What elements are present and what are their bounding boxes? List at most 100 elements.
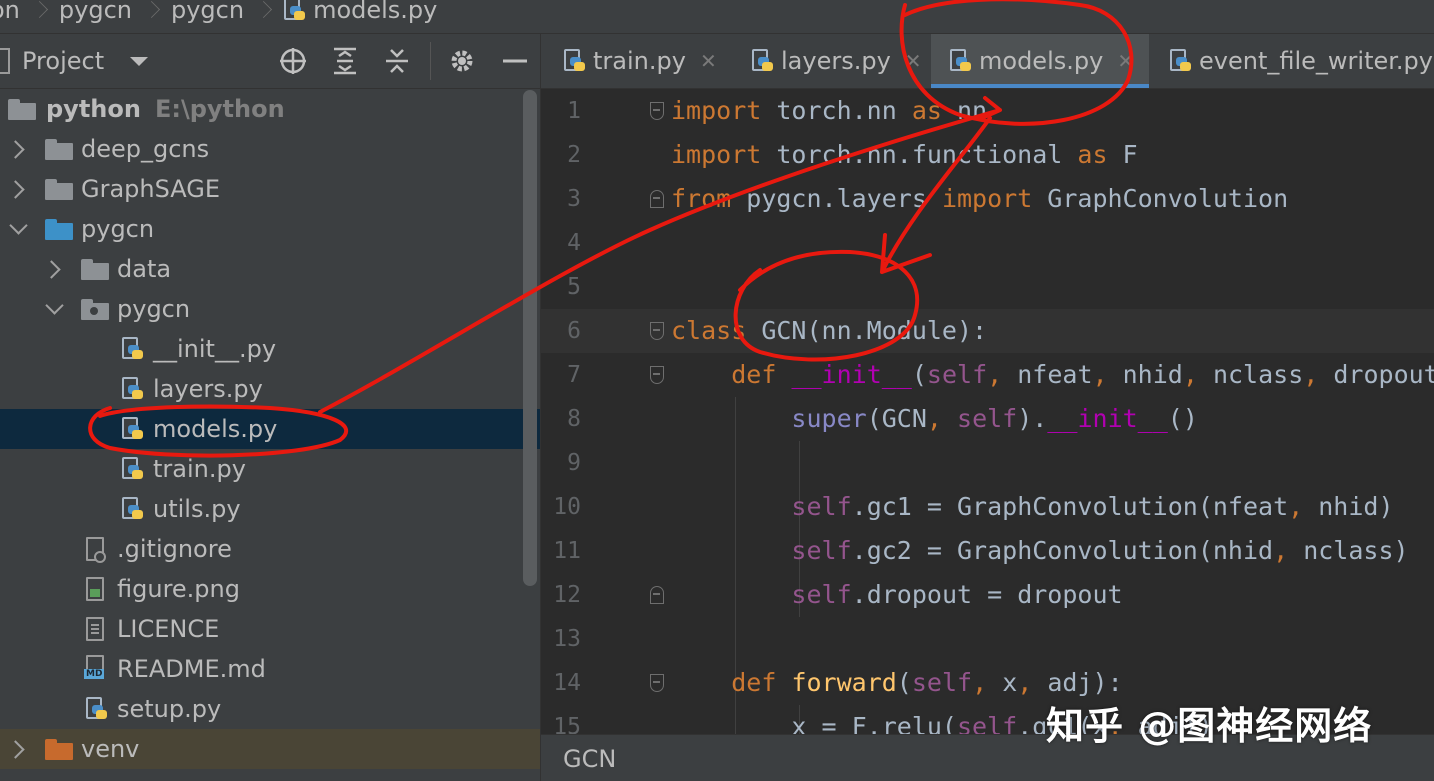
- code-line[interactable]: 10 self.gc1 = GraphConvolution(nfeat, nh…: [541, 485, 1434, 529]
- code-line[interactable]: 12 self.dropout = dropout: [541, 573, 1434, 617]
- tree-item-excluded-folder[interactable]: venv: [0, 729, 540, 769]
- python-file-icon: [121, 417, 143, 441]
- line-number: 2: [541, 133, 581, 177]
- project-icon: [0, 48, 10, 74]
- code-text: self.dropout = dropout: [671, 573, 1123, 617]
- close-icon[interactable]: ✕: [1117, 49, 1134, 73]
- python-file-icon: [283, 0, 305, 22]
- fold-marker-icon[interactable]: [650, 674, 664, 692]
- fold-marker-icon[interactable]: [650, 102, 664, 120]
- chevron-right-icon[interactable]: [6, 740, 24, 758]
- close-icon[interactable]: ✕: [905, 49, 922, 73]
- breadcrumb-item[interactable]: models.py: [283, 0, 437, 26]
- structure-breadcrumb-label: GCN: [563, 745, 616, 773]
- tree-item-folder[interactable]: pygcn: [0, 209, 540, 249]
- line-number: 8: [541, 397, 581, 441]
- gear-icon[interactable]: [447, 46, 477, 76]
- markdown-file-icon: MD: [86, 655, 104, 679]
- code-line[interactable]: 8 super(GCN, self).__init__(): [541, 397, 1434, 441]
- code-line[interactable]: 2import torch.nn.functional as F: [541, 133, 1434, 177]
- module-folder-icon: [45, 219, 73, 240]
- crosshair-icon[interactable]: [278, 46, 308, 76]
- ignore-file-icon: [86, 537, 104, 561]
- fold-marker-icon[interactable]: [650, 190, 664, 208]
- python-file-icon: [751, 49, 773, 73]
- code-line[interactable]: 5: [541, 265, 1434, 309]
- breadcrumb-item[interactable]: pygcn: [171, 0, 244, 26]
- line-number: 4: [541, 221, 581, 265]
- tree-item-package[interactable]: pygcn: [0, 289, 540, 329]
- line-number: 12: [541, 573, 581, 617]
- code-text: def __init__(self, nfeat, nhid, nclass, …: [671, 353, 1434, 397]
- code-text: self.gc2 = GraphConvolution(nhid, nclass…: [671, 529, 1409, 573]
- line-number: 15: [541, 705, 581, 734]
- tree-item-path: E:\python: [155, 95, 285, 123]
- python-file-icon: [1169, 49, 1191, 73]
- toolbar-divider: [430, 42, 431, 80]
- text-file-icon: [86, 617, 104, 641]
- chevron-down-icon[interactable]: [9, 216, 27, 234]
- chevron-right-icon[interactable]: [42, 260, 60, 278]
- code-line[interactable]: 9: [541, 441, 1434, 485]
- fold-marker-icon[interactable]: [650, 322, 664, 340]
- line-number: 6: [541, 309, 581, 353]
- line-number: 14: [541, 661, 581, 705]
- tab-layers-py[interactable]: layers.py ✕: [751, 34, 922, 88]
- tree-item-folder[interactable]: deep_gcns: [0, 129, 540, 169]
- code-line[interactable]: 3from pygcn.layers import GraphConvoluti…: [541, 177, 1434, 221]
- tree-item-label: .gitignore: [117, 535, 232, 563]
- code-line[interactable]: 13: [541, 617, 1434, 661]
- tree-item-label: README.md: [117, 655, 266, 683]
- breadcrumb-item[interactable]: on: [0, 0, 20, 26]
- folder-icon: [45, 139, 73, 160]
- code-editor[interactable]: 1import torch.nn as nn2import torch.nn.f…: [541, 89, 1434, 734]
- minimize-icon[interactable]: [500, 46, 530, 76]
- chevron-right-icon[interactable]: [6, 140, 24, 158]
- watermark: 知乎 @图神经网络: [1046, 695, 1372, 750]
- tree-item-file[interactable]: utils.py: [0, 489, 540, 529]
- project-tree-scrollbar[interactable]: [523, 90, 537, 586]
- expand-all-icon[interactable]: [330, 46, 360, 76]
- folder-icon: [8, 99, 36, 120]
- tab-label: train.py: [593, 47, 686, 75]
- tree-item-file[interactable]: setup.py: [0, 689, 540, 729]
- code-text: from pygcn.layers import GraphConvolutio…: [671, 177, 1288, 221]
- code-line[interactable]: 6class GCN(nn.Module):: [541, 309, 1434, 353]
- tree-item-file[interactable]: figure.png: [0, 569, 540, 609]
- close-icon[interactable]: ✕: [700, 49, 717, 73]
- line-number: 5: [541, 265, 581, 309]
- tree-item-file-selected[interactable]: models.py: [0, 409, 540, 449]
- tree-item-file[interactable]: layers.py: [0, 369, 540, 409]
- tree-item-folder[interactable]: GraphSAGE: [0, 169, 540, 209]
- tree-item-label: data: [117, 255, 171, 283]
- code-line[interactable]: 7 def __init__(self, nfeat, nhid, nclass…: [541, 353, 1434, 397]
- code-text: self.gc1 = GraphConvolution(nfeat, nhid): [671, 485, 1394, 529]
- fold-marker-icon[interactable]: [650, 366, 664, 384]
- tree-item-label: venv: [81, 735, 139, 763]
- project-view-selector[interactable]: Project: [22, 47, 104, 75]
- tab-train-py[interactable]: train.py ✕: [563, 34, 717, 88]
- tree-item-file[interactable]: LICENCE: [0, 609, 540, 649]
- tab-event-file-writer-py[interactable]: event_file_writer.py: [1169, 34, 1433, 88]
- tree-item-label: deep_gcns: [81, 135, 209, 163]
- tab-models-py[interactable]: models.py ✕: [931, 34, 1149, 88]
- code-line[interactable]: 11 self.gc2 = GraphConvolution(nhid, ncl…: [541, 529, 1434, 573]
- chevron-down-icon[interactable]: [45, 296, 63, 314]
- tree-item-file[interactable]: .gitignore: [0, 529, 540, 569]
- breadcrumb-label: on: [0, 0, 20, 24]
- tree-item-folder[interactable]: data: [0, 249, 540, 289]
- chevron-right-icon[interactable]: [6, 180, 24, 198]
- fold-marker-icon[interactable]: [650, 586, 664, 604]
- tree-item-file[interactable]: train.py: [0, 449, 540, 489]
- code-line[interactable]: 4: [541, 221, 1434, 265]
- collapse-all-icon[interactable]: [382, 46, 412, 76]
- breadcrumb-item[interactable]: pygcn: [59, 0, 132, 26]
- tree-item-root[interactable]: pythonE:\python: [0, 89, 540, 129]
- chevron-down-icon[interactable]: [130, 57, 148, 66]
- code-line[interactable]: 1import torch.nn as nn: [541, 89, 1434, 133]
- tree-item-file[interactable]: MD README.md: [0, 649, 540, 689]
- chevron-right-icon: [143, 1, 160, 18]
- tree-item-file[interactable]: __init__.py: [0, 329, 540, 369]
- folder-icon: [81, 259, 109, 280]
- breadcrumb-label: pygcn: [171, 0, 244, 24]
